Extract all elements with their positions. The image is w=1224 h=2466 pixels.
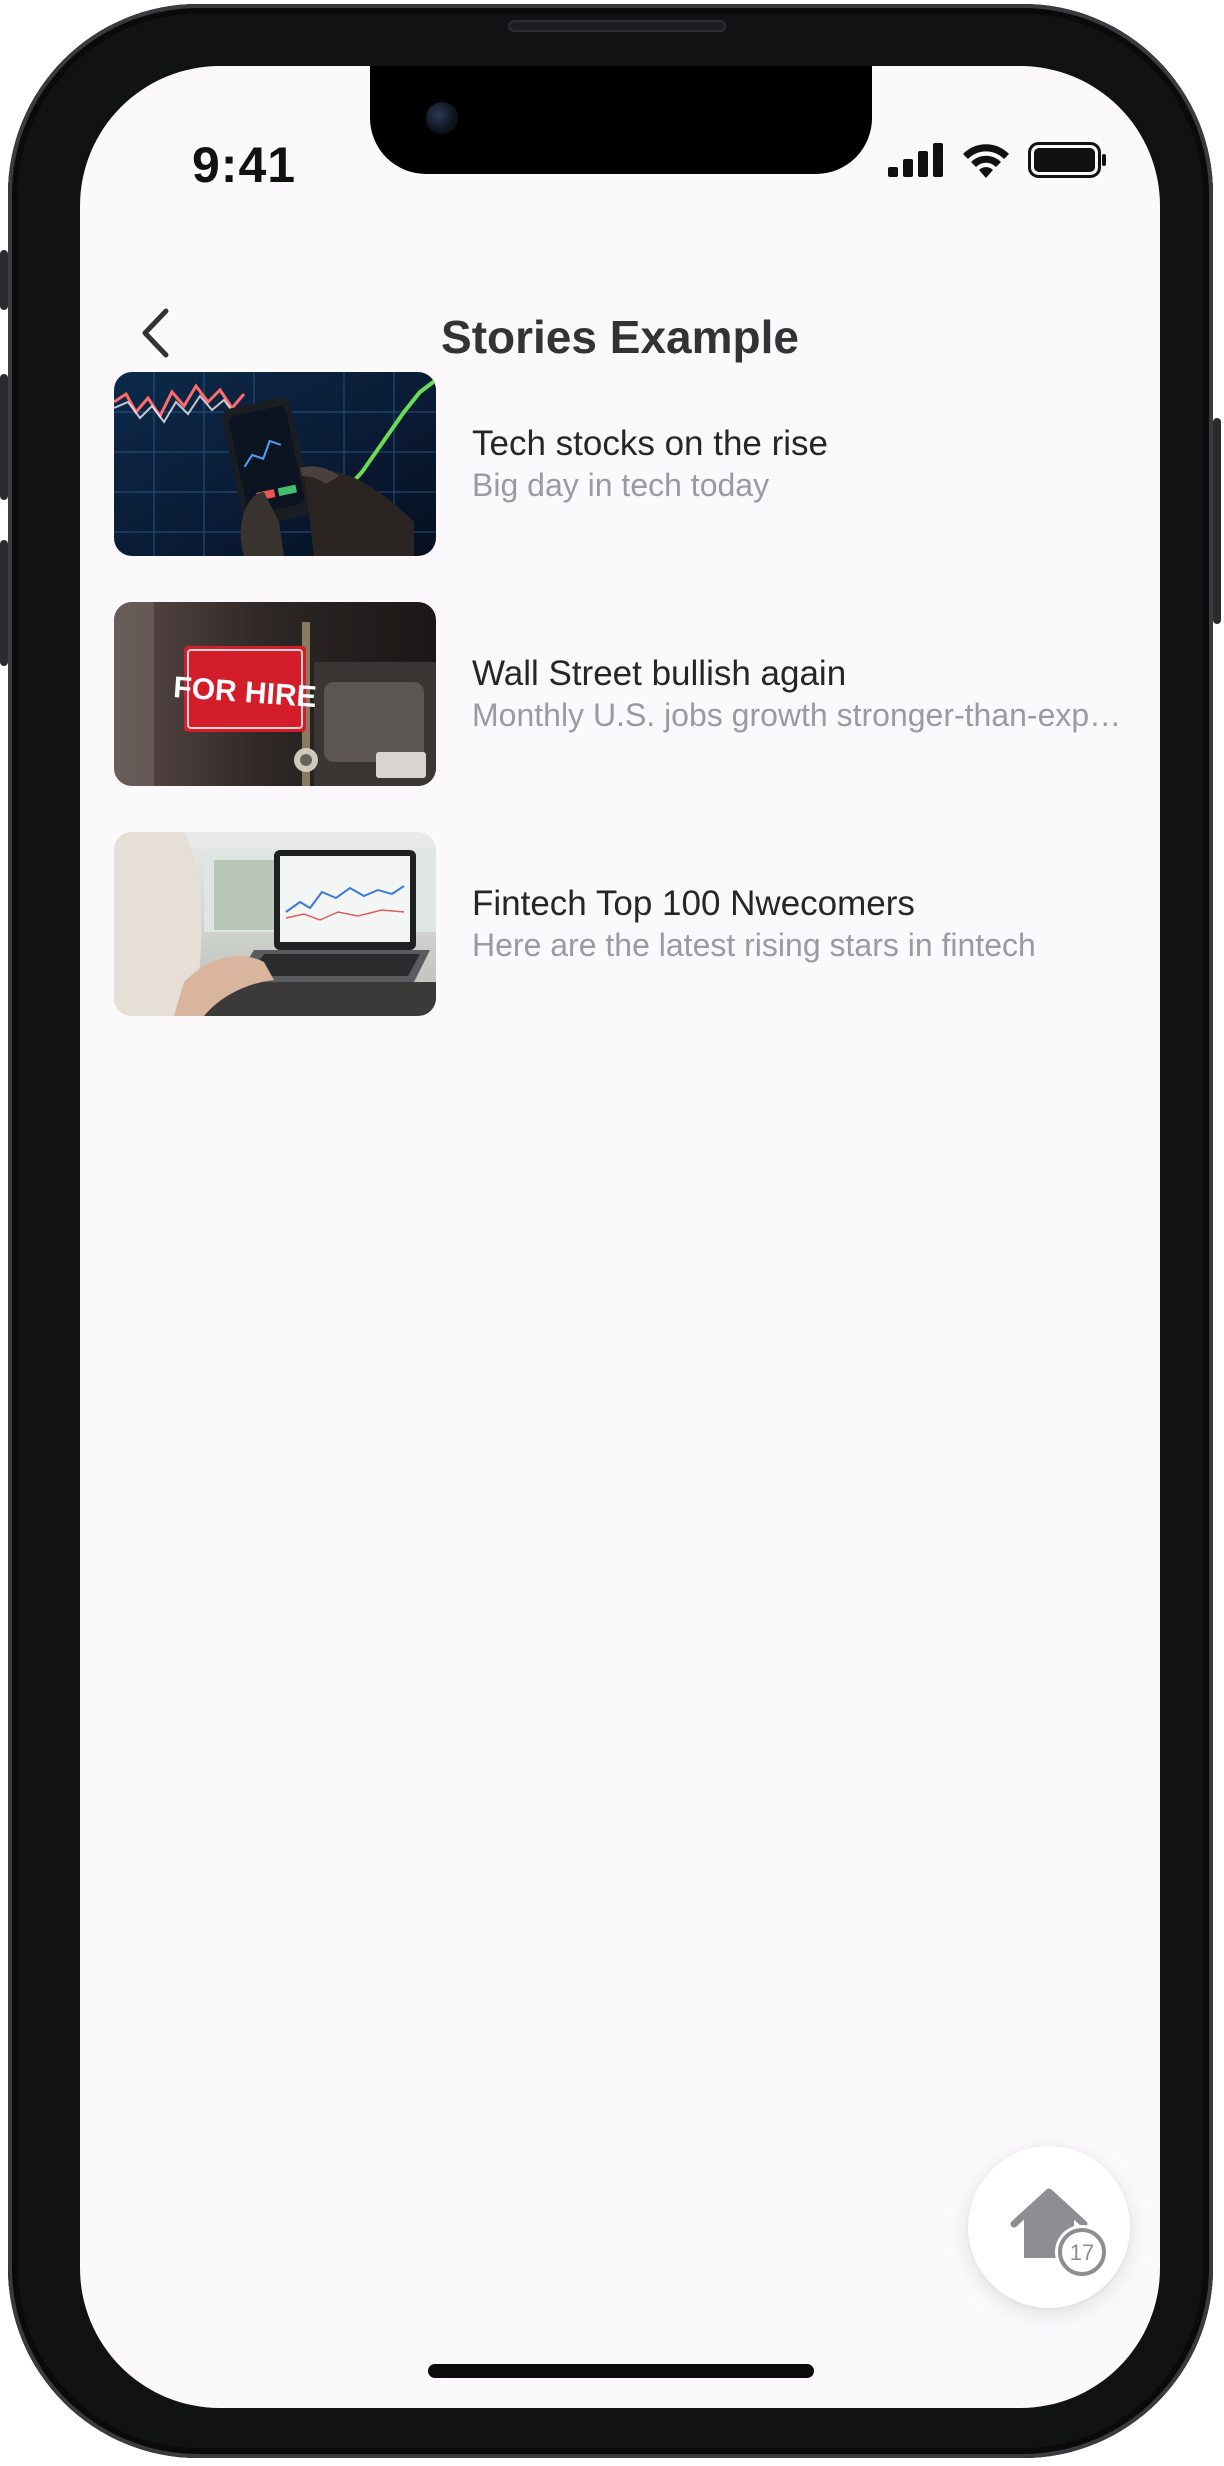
earpiece-speaker: [508, 20, 726, 32]
story-subtitle: Here are the latest rising stars in fint…: [472, 927, 1036, 963]
story-title: Tech stocks on the rise: [472, 424, 828, 463]
volume-up-button: [0, 374, 8, 500]
status-time: 9:41: [192, 137, 297, 193]
front-camera: [426, 102, 458, 134]
story-subtitle: Big day in tech today: [472, 467, 770, 503]
story-list: Tech stocks on the rise Big day in tech …: [114, 372, 1134, 1062]
home-indicator[interactable]: [428, 2364, 814, 2378]
battery-icon: [1028, 142, 1106, 178]
story-thumbnail: FOR HIRE: [114, 602, 436, 786]
page-title: Stories Example: [441, 311, 799, 363]
story-item-fintech[interactable]: Fintech Top 100 Nwecomers Here are the l…: [114, 832, 1134, 1016]
laptop-chart-image: [114, 832, 436, 1016]
story-subtitle: Monthly U.S. jobs growth stronger-than-e…: [472, 697, 1128, 733]
cellular-signal-icon: [888, 143, 943, 177]
volume-down-button: [0, 540, 8, 666]
power-button: [1213, 418, 1221, 624]
notch: [370, 66, 872, 174]
story-thumbnail: [114, 372, 436, 556]
wifi-icon: [963, 144, 1009, 178]
story-text: Fintech Top 100 Nwecomers Here are the l…: [472, 883, 1128, 965]
navigation-bar: Stories Example: [80, 276, 1160, 386]
app-screen: 9:41 Stories Example Tech stocks on the …: [80, 66, 1160, 2408]
story-item-wall-street[interactable]: FOR HIRE Wall Street bullish again Month…: [114, 602, 1134, 786]
story-text: Tech stocks on the rise Big day in tech …: [472, 423, 1128, 505]
fab-badge-count: 17: [1070, 2240, 1094, 2265]
status-icons: [888, 142, 1108, 178]
home-fab-button[interactable]: 17: [968, 2146, 1130, 2308]
story-title: Fintech Top 100 Nwecomers: [472, 884, 915, 923]
for-hire-sign-image: FOR HIRE: [114, 602, 436, 786]
phone-frame: 9:41 Stories Example Tech stocks on the …: [0, 4, 1221, 2458]
story-thumbnail: [114, 832, 436, 1016]
home-icon: 17: [1010, 2188, 1109, 2279]
story-title: Wall Street bullish again: [472, 654, 847, 693]
mute-switch: [0, 250, 8, 310]
story-item-tech-stocks[interactable]: Tech stocks on the rise Big day in tech …: [114, 372, 1134, 556]
stock-chart-phone-image: [114, 372, 436, 556]
story-text: Wall Street bullish again Monthly U.S. j…: [472, 653, 1128, 735]
